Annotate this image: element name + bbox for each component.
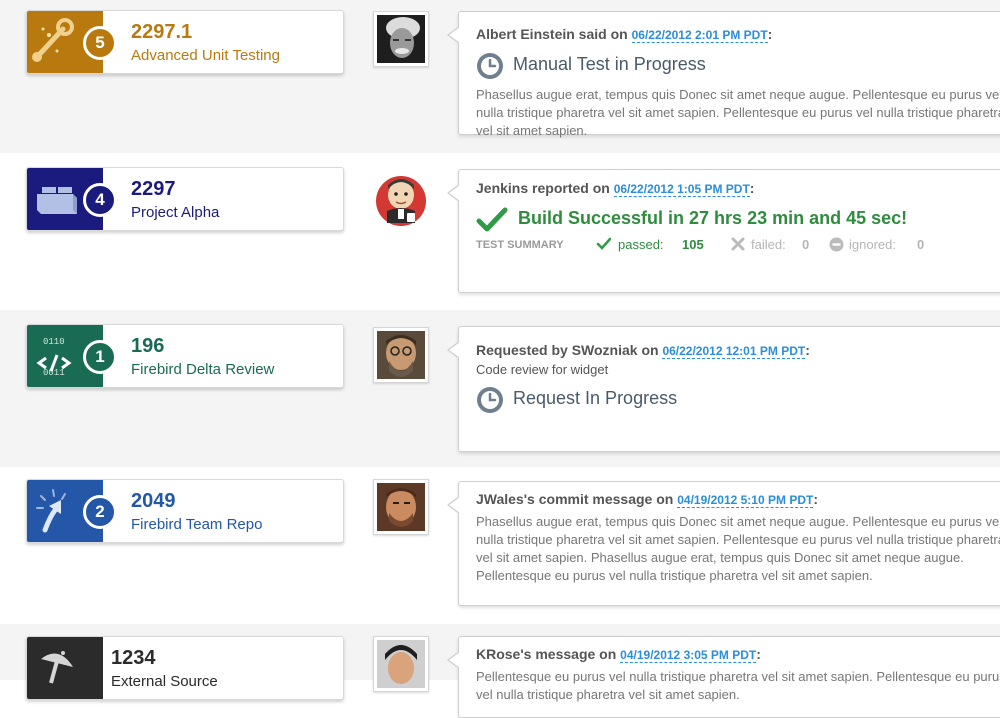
clock-icon (476, 386, 504, 419)
feed-row: 0110 0011 1 196 Firebird Delta Review Re… (0, 310, 1000, 467)
activity-header-colon: : (805, 342, 810, 358)
ignored-count: 0 (917, 237, 925, 252)
jenkins-avatar[interactable] (373, 171, 427, 226)
activity-actor: JWales's commit message on (476, 491, 674, 507)
project-name[interactable]: External Source (111, 673, 218, 690)
test-summary-label: TEST SUMMARY (476, 239, 564, 251)
activity-message: Pellentesque eu purus vel nulla tristiqu… (476, 669, 1000, 702)
failed-x-icon (731, 237, 745, 254)
passed-check-icon (596, 237, 612, 254)
code-icon-top-text: 0110 (43, 337, 65, 347)
activity-actor: Requested by SWozniak on (476, 342, 659, 358)
einstein-avatar[interactable] (373, 11, 429, 67)
build-card[interactable]: 4 2297 Project Alpha (26, 167, 344, 231)
activity-bubble: JWales's commit message on 04/19/2012 5:… (447, 481, 1000, 606)
feed-row: 4 2297 Project Alpha Jenkins reported on… (0, 153, 1000, 310)
feed-row: 5 2297.1 Advanced Unit Testing Albert Ei… (0, 0, 1000, 153)
activity-actor: Jenkins reported on (476, 180, 610, 196)
activity-header: Requested by SWozniak on 06/22/2012 12:0… (476, 342, 810, 359)
activity-timestamp-link[interactable]: 04/19/2012 3:05 PM PDT (620, 648, 757, 663)
activity-bubble: KRose's message on 04/19/2012 3:05 PM PD… (447, 636, 1000, 718)
activity-timestamp-link[interactable]: 04/19/2012 5:10 PM PDT (677, 493, 814, 508)
ignored-minus-icon (829, 237, 844, 255)
failed-label: failed: (751, 237, 786, 252)
krose-avatar[interactable] (373, 636, 429, 692)
passed-count: 105 (682, 237, 704, 252)
build-card[interactable]: 2 2049 Firebird Team Repo (26, 479, 344, 543)
activity-header: Jenkins reported on 06/22/2012 1:05 PM P… (476, 180, 755, 197)
build-number[interactable]: 1234 (111, 647, 156, 670)
activity-header: Albert Einstein said on 06/22/2012 2:01 … (476, 26, 773, 43)
activity-actor: KRose's message on (476, 646, 617, 662)
activity-timestamp-link[interactable]: 06/22/2012 12:01 PM PDT (662, 344, 806, 359)
build-count-badge: 4 (83, 183, 117, 217)
status-text: Request In Progress (513, 388, 678, 408)
activity-header-colon: : (756, 646, 761, 662)
satellite-dish-icon (27, 637, 103, 699)
build-count-badge: 5 (83, 26, 117, 60)
build-count-badge: 2 (83, 495, 117, 529)
activity-bubble: Albert Einstein said on 06/22/2012 2:01 … (447, 11, 1000, 138)
feed-row: 2 2049 Firebird Team Repo JWales's commi… (0, 467, 1000, 624)
activity-timestamp-link[interactable]: 06/22/2012 2:01 PM PDT (631, 28, 768, 43)
activity-message: Phasellus augue erat, tempus quis Donec … (476, 87, 1000, 138)
build-card[interactable]: 1234 External Source (26, 636, 344, 700)
project-name[interactable]: Advanced Unit Testing (131, 47, 280, 64)
activity-bubble: Requested by SWozniak on 06/22/2012 12:0… (447, 326, 1000, 452)
clock-icon (476, 52, 504, 85)
activity-subline: Code review for widget (476, 362, 609, 377)
swozniak-avatar[interactable] (373, 327, 429, 383)
project-name[interactable]: Project Alpha (131, 204, 219, 221)
activity-timestamp-link[interactable]: 06/22/2012 1:05 PM PDT (613, 182, 750, 197)
jwales-avatar[interactable] (373, 479, 429, 535)
activity-header: KRose's message on 04/19/2012 3:05 PM PD… (476, 646, 761, 663)
activity-bubble: Jenkins reported on 06/22/2012 1:05 PM P… (447, 169, 1000, 293)
ignored-label: ignored: (849, 237, 896, 252)
activity-message: Phasellus augue erat, tempus quis Donec … (476, 514, 1000, 583)
activity-header-colon: : (813, 491, 818, 507)
checkmark-icon (476, 206, 508, 239)
build-card[interactable]: 0110 0011 1 196 Firebird Delta Review (26, 324, 344, 388)
build-number[interactable]: 2297 (131, 178, 176, 201)
feed-row: 1234 External Source KRose's message on … (0, 624, 1000, 718)
code-icon-bottom-text: 0011 (43, 368, 65, 378)
build-count-badge: 1 (83, 340, 117, 374)
failed-count: 0 (802, 237, 810, 252)
passed-label: passed: (618, 237, 664, 252)
activity-header-colon: : (767, 26, 773, 42)
build-number[interactable]: 2049 (131, 490, 176, 513)
activity-actor: Albert Einstein said on (476, 26, 628, 42)
build-number[interactable]: 196 (131, 335, 164, 358)
build-number[interactable]: 2297.1 (131, 21, 192, 44)
status-text: Manual Test in Progress (513, 54, 706, 74)
project-name[interactable]: Firebird Delta Review (131, 361, 274, 378)
activity-header-colon: : (749, 180, 755, 196)
project-name[interactable]: Firebird Team Repo (131, 516, 262, 533)
build-card[interactable]: 5 2297.1 Advanced Unit Testing (26, 10, 344, 74)
activity-header: JWales's commit message on 04/19/2012 5:… (476, 491, 818, 508)
status-text: Build Successful in 27 hrs 23 min and 45… (518, 208, 908, 228)
